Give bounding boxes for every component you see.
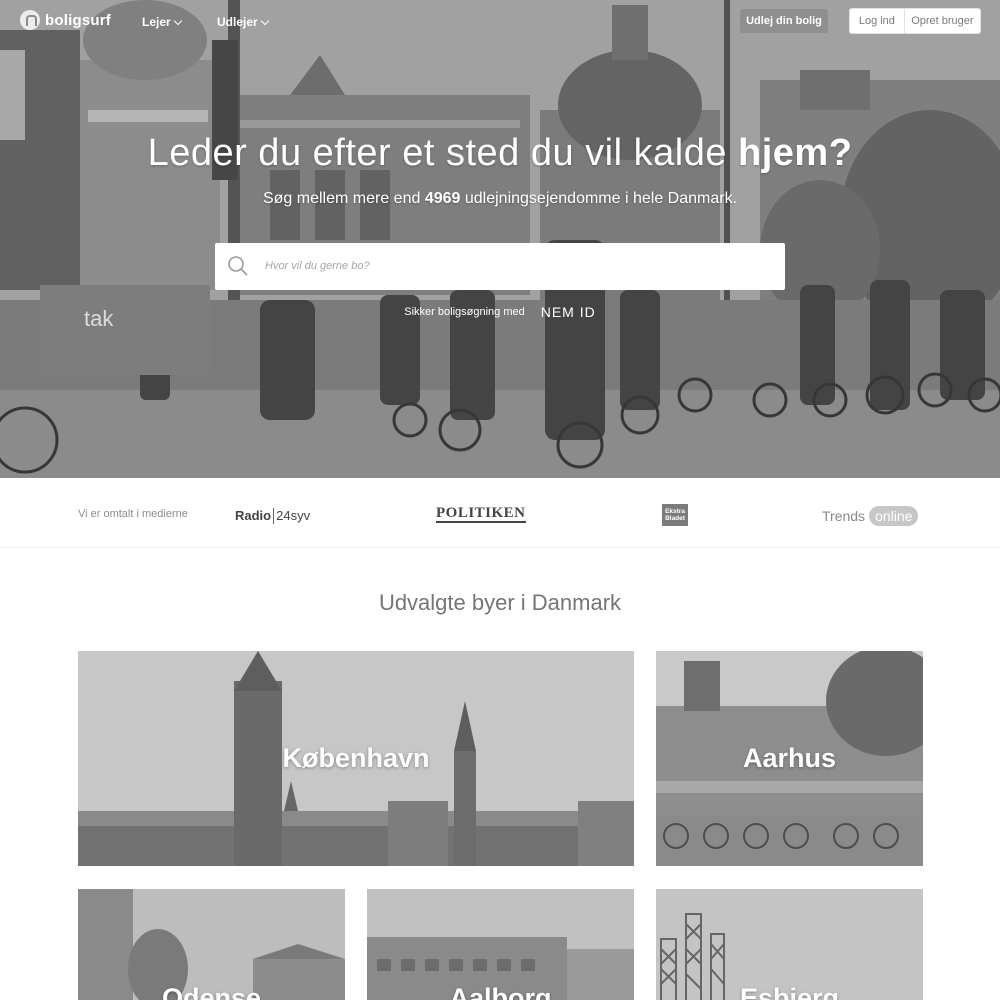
logo-text: boligsurf	[45, 11, 111, 29]
listing-count: 4969	[424, 190, 461, 207]
nav-lejer-label: Lejer	[142, 15, 171, 29]
ekstra-line2: Bladet	[665, 515, 685, 522]
signup-button[interactable]: Opret bruger	[903, 9, 980, 33]
city-card-aalborg[interactable]: Aalborg	[367, 889, 634, 1000]
radio24syv-right: 24syv	[276, 507, 311, 523]
radio24syv-divider	[273, 507, 275, 524]
list-property-button[interactable]: Udlej din bolig	[740, 9, 828, 33]
radio24syv-logo[interactable]: Radio 24syv	[234, 507, 311, 524]
city-card-odense[interactable]: Odense	[78, 889, 345, 1000]
politiken-logo[interactable]: POLITIKEN	[436, 505, 526, 523]
login-button[interactable]: Log ind	[850, 9, 904, 33]
hero-subline: Søg mellem mere end 4969 udlejningsejend…	[0, 190, 1000, 208]
trends-online-logo[interactable]: Trends online	[822, 506, 919, 526]
search-icon[interactable]	[227, 255, 249, 277]
hero-headline-bold: hjem?	[738, 132, 853, 174]
hero-sub-prefix: Søg mellem mere end	[262, 190, 425, 207]
city-name: Aarhus	[742, 743, 837, 773]
secure-search-text: Sikker boligsøgning med	[404, 306, 525, 318]
city-name: Aalborg	[449, 983, 552, 1000]
auth-buttons: Log ind Opret bruger	[849, 8, 981, 34]
boligsurf-logo[interactable]: boligsurf	[20, 10, 111, 30]
ekstra-bladet-logo[interactable]: Ekstra Bladet	[662, 504, 688, 526]
hero-headline-text: Leder du efter et sted du vil kalde	[147, 132, 739, 174]
hero-headline: Leder du efter et sted du vil kalde hjem…	[0, 132, 1000, 175]
press-label: Vi er omtalt i medierne	[78, 508, 188, 520]
city-card-esbjerg[interactable]: Esbjerg	[656, 889, 923, 1000]
hero-sub-suffix: udlejningsejendomme i hele Danmark.	[460, 190, 738, 207]
cities-section-title: Udvalgte byer i Danmark	[378, 590, 622, 615]
search-input[interactable]	[265, 255, 765, 277]
home-icon	[20, 10, 40, 30]
city-name: København	[282, 743, 430, 773]
trends-text: Trends	[822, 508, 866, 524]
nav-udlejer[interactable]: Udlejer	[217, 15, 269, 29]
press-bar: Vi er omtalt i medierne Radio 24syv POLIT…	[0, 478, 1000, 548]
city-name: Esbjerg	[739, 983, 840, 1000]
chevron-down-icon	[173, 16, 182, 25]
nav-lejer[interactable]: Lejer	[142, 15, 182, 29]
hero-overlay	[0, 0, 1000, 478]
trends-pill: online	[869, 506, 919, 526]
search-bar	[215, 243, 785, 290]
city-card-kobenhavn[interactable]: København	[78, 651, 634, 866]
hero-section: tak boligsurf Lejer Udlejer Udlej din bo…	[0, 0, 1000, 478]
radio24syv-left: Radio	[235, 507, 272, 523]
city-card-aarhus[interactable]: Aarhus	[656, 651, 923, 866]
top-navigation: boligsurf Lejer Udlejer Udlej din bolig …	[0, 0, 1000, 42]
nemid-logo: NEM ID	[540, 304, 596, 320]
city-name: Odense	[161, 983, 262, 1000]
ekstra-line1: Ekstra	[665, 508, 685, 515]
nav-udlejer-label: Udlejer	[217, 15, 258, 29]
secure-search-note: Sikker boligsøgning med NEM ID	[0, 304, 1000, 320]
chevron-down-icon	[260, 16, 269, 25]
